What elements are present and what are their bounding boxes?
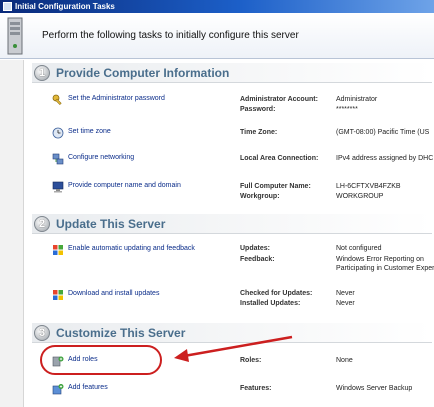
- left-strip: [0, 60, 24, 407]
- annotation-arrow: [174, 335, 293, 362]
- window-titlebar[interactable]: Initial Configuration Tasks: [0, 0, 434, 13]
- app-icon: [3, 2, 12, 11]
- window-title: Initial Configuration Tasks: [15, 2, 115, 11]
- banner-text: Perform the following tasks to initially…: [42, 30, 299, 41]
- header-banner: Perform the following tasks to initially…: [0, 13, 434, 59]
- tasks-panel[interactable]: 1 Provide Computer Information Set the A…: [24, 60, 434, 407]
- server-icon: [7, 17, 23, 55]
